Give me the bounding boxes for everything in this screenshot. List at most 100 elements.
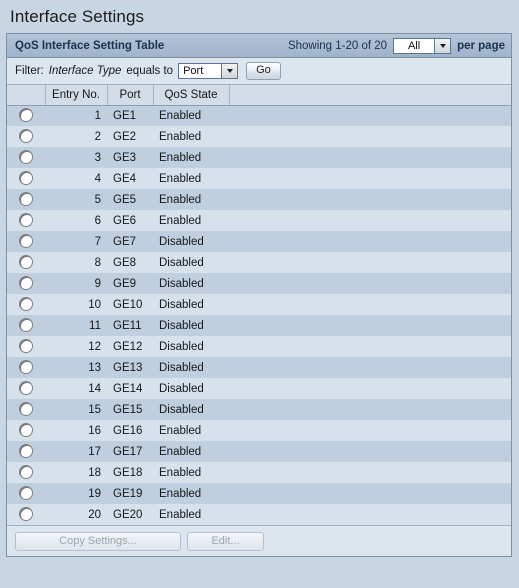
row-select-cell[interactable]: [7, 168, 45, 189]
row-select-cell[interactable]: [7, 378, 45, 399]
row-select-cell[interactable]: [7, 399, 45, 420]
per-page-select[interactable]: All: [393, 37, 452, 54]
cell-qos-state: Disabled: [153, 273, 229, 294]
cell-qos-state: Enabled: [153, 504, 229, 525]
row-select-cell[interactable]: [7, 126, 45, 147]
row-select-cell[interactable]: [7, 189, 45, 210]
row-select-cell[interactable]: [7, 336, 45, 357]
row-radio-button[interactable]: [19, 150, 33, 164]
table-row[interactable]: 19 GE19 Enabled: [7, 483, 511, 504]
table-row[interactable]: 6 GE6 Enabled: [7, 210, 511, 231]
cell-port: GE14: [107, 378, 153, 399]
filter-label: Filter:: [15, 65, 44, 77]
cell-spacer: [229, 399, 511, 420]
row-radio-button[interactable]: [19, 192, 33, 206]
row-select-cell[interactable]: [7, 105, 45, 126]
table-row[interactable]: 10 GE10 Disabled: [7, 294, 511, 315]
row-radio-button[interactable]: [19, 213, 33, 227]
row-select-cell[interactable]: [7, 273, 45, 294]
table-row[interactable]: 5 GE5 Enabled: [7, 189, 511, 210]
row-select-cell[interactable]: [7, 294, 45, 315]
table-row[interactable]: 3 GE3 Enabled: [7, 147, 511, 168]
row-radio-button[interactable]: [19, 234, 33, 248]
column-header-spacer: [229, 85, 511, 106]
row-radio-button[interactable]: [19, 444, 33, 458]
row-select-cell[interactable]: [7, 504, 45, 525]
cell-entry-no: 8: [45, 252, 107, 273]
edit-button[interactable]: Edit...: [187, 531, 264, 551]
cell-port: GE11: [107, 315, 153, 336]
table-row[interactable]: 7 GE7 Disabled: [7, 231, 511, 252]
cell-spacer: [229, 231, 511, 252]
row-select-cell[interactable]: [7, 147, 45, 168]
row-select-cell[interactable]: [7, 252, 45, 273]
go-button[interactable]: Go: [246, 62, 281, 80]
cell-qos-state: Enabled: [153, 462, 229, 483]
table-row[interactable]: 20 GE20 Enabled: [7, 504, 511, 525]
table-row[interactable]: 13 GE13 Disabled: [7, 357, 511, 378]
row-select-cell[interactable]: [7, 483, 45, 504]
cell-qos-state: Disabled: [153, 294, 229, 315]
cell-qos-state: Enabled: [153, 210, 229, 231]
cell-port: GE15: [107, 399, 153, 420]
table-row[interactable]: 9 GE9 Disabled: [7, 273, 511, 294]
row-select-cell[interactable]: [7, 315, 45, 336]
cell-port: GE19: [107, 483, 153, 504]
row-select-cell[interactable]: [7, 462, 45, 483]
row-radio-button[interactable]: [19, 129, 33, 143]
filter-row: Filter: Interface Type equals to Port Go: [7, 58, 511, 85]
cell-port: GE18: [107, 462, 153, 483]
row-radio-button[interactable]: [19, 171, 33, 185]
cell-qos-state: Disabled: [153, 252, 229, 273]
row-radio-button[interactable]: [19, 402, 33, 416]
cell-qos-state: Enabled: [153, 126, 229, 147]
row-radio-button[interactable]: [19, 108, 33, 123]
cell-qos-state: Disabled: [153, 378, 229, 399]
cell-entry-no: 16: [45, 420, 107, 441]
cell-port: GE8: [107, 252, 153, 273]
row-select-cell[interactable]: [7, 210, 45, 231]
table-row[interactable]: 15 GE15 Disabled: [7, 399, 511, 420]
cell-qos-state: Disabled: [153, 231, 229, 252]
table-row[interactable]: 2 GE2 Enabled: [7, 126, 511, 147]
row-radio-button[interactable]: [19, 297, 33, 311]
table-row[interactable]: 16 GE16 Enabled: [7, 420, 511, 441]
table-row[interactable]: 17 GE17 Enabled: [7, 441, 511, 462]
qos-table-body: 1 GE1 Enabled 2 GE2 Enabled 3 GE3 Enabled 4 GE4 Ena…: [7, 105, 511, 525]
cell-qos-state: Enabled: [153, 189, 229, 210]
cell-port: GE6: [107, 210, 153, 231]
table-row[interactable]: 8 GE8 Disabled: [7, 252, 511, 273]
cell-entry-no: 13: [45, 357, 107, 378]
column-header-qos-state: QoS State: [153, 85, 230, 106]
table-row[interactable]: 4 GE4 Enabled: [7, 168, 511, 189]
row-radio-button[interactable]: [19, 423, 33, 437]
table-row[interactable]: 11 GE11 Disabled: [7, 315, 511, 336]
row-select-cell[interactable]: [7, 357, 45, 378]
row-select-cell[interactable]: [7, 420, 45, 441]
row-radio-button[interactable]: [19, 507, 33, 521]
chevron-down-icon: [221, 64, 238, 78]
row-radio-button[interactable]: [19, 276, 33, 290]
row-radio-button[interactable]: [19, 381, 33, 395]
table-row[interactable]: 14 GE14 Disabled: [7, 378, 511, 399]
qos-table-container: Entry No. Port QoS State 1 GE1 Enabled 2 GE2…: [7, 85, 511, 526]
row-radio-button[interactable]: [19, 255, 33, 269]
cell-qos-state: Enabled: [153, 483, 229, 504]
row-radio-button[interactable]: [19, 318, 33, 332]
interface-type-select[interactable]: Port: [178, 63, 239, 79]
table-row[interactable]: 1 GE1 Enabled: [7, 105, 511, 126]
per-page-label: per page: [457, 39, 505, 52]
row-radio-button[interactable]: [19, 465, 33, 479]
row-radio-button[interactable]: [19, 339, 33, 353]
pagination-controls: Showing 1-20 of 20 All per page: [288, 37, 505, 54]
cell-port: GE17: [107, 441, 153, 462]
row-select-cell[interactable]: [7, 231, 45, 252]
row-radio-button[interactable]: [19, 360, 33, 374]
cell-entry-no: 4: [45, 168, 107, 189]
table-row[interactable]: 18 GE18 Enabled: [7, 462, 511, 483]
table-row[interactable]: 12 GE12 Disabled: [7, 336, 511, 357]
row-radio-button[interactable]: [19, 486, 33, 500]
table-header-row: Entry No. Port QoS State: [7, 85, 511, 106]
copy-settings-button[interactable]: Copy Settings...: [15, 531, 181, 551]
row-select-cell[interactable]: [7, 441, 45, 462]
